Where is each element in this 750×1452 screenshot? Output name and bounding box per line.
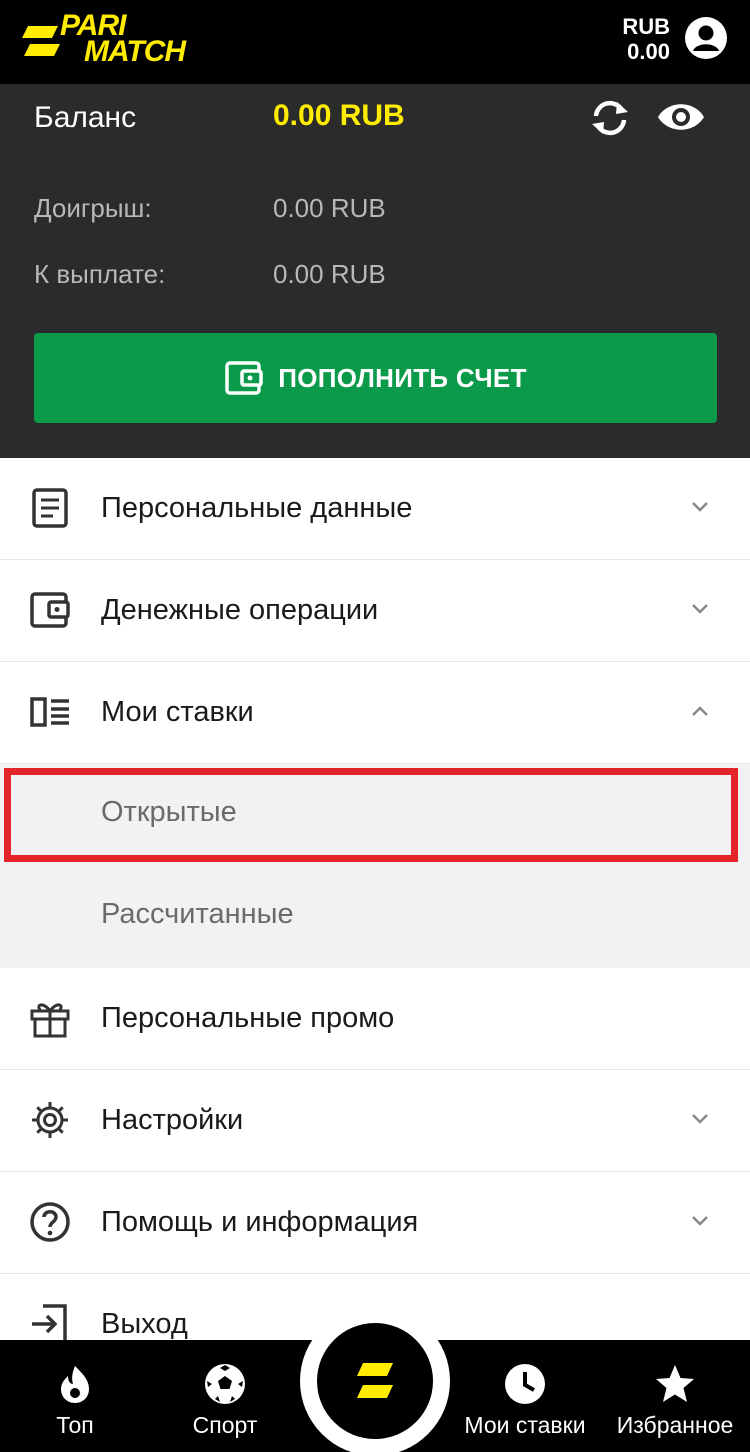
eye-icon[interactable]	[656, 98, 706, 136]
chevron-down-icon	[692, 604, 708, 614]
help-icon	[30, 1202, 70, 1242]
menu-item-personal-promo[interactable]: Персональные промо	[0, 968, 750, 1070]
chevron-up-icon	[692, 706, 708, 716]
gift-icon	[30, 1003, 70, 1038]
deposit-button[interactable]: ПОПОЛНИТЬ СЧЕТ	[34, 333, 717, 423]
menu-item-settings[interactable]: Настройки	[0, 1070, 750, 1172]
header-balance[interactable]: RUB 0.00	[622, 14, 670, 64]
document-icon	[32, 488, 68, 528]
logo-mark-icon	[22, 26, 60, 56]
chevron-down-icon	[692, 1114, 708, 1124]
menu-item-money-operations[interactable]: Денежные операции	[0, 560, 750, 662]
nav-label-sport: Спорт	[192, 1412, 258, 1438]
menu-label-logout: Выход	[101, 1308, 188, 1340]
menu-label-personal-promo: Персональные промо	[101, 1002, 395, 1034]
top-header: PARI MATCH RUB 0.00	[0, 0, 750, 84]
menu-label-my-bets: Мои ставки	[101, 696, 254, 728]
center-action-button[interactable]	[300, 1306, 450, 1452]
nav-item-favorites[interactable]: Избранное	[610, 1340, 740, 1452]
chevron-down-icon	[692, 1216, 708, 1226]
menu-label-settings: Настройки	[101, 1104, 244, 1136]
winnings-value: 0.00 RUB	[273, 193, 386, 223]
menu-label-personal-data: Персональные данные	[101, 492, 413, 524]
chevron-down-icon	[692, 502, 708, 512]
star-icon	[656, 1365, 694, 1402]
winnings-label: Доигрыш:	[34, 193, 152, 223]
wallet-icon	[30, 592, 70, 628]
balance-panel: Баланс 0.00 RUB Доигрыш: 0.00 RUB К выпл…	[0, 84, 750, 458]
refresh-icon[interactable]	[586, 96, 634, 140]
menu-item-personal-data[interactable]: Персональные данные	[0, 458, 750, 560]
submenu-label-settled: Рассчитанные	[101, 898, 294, 930]
nav-item-sport[interactable]: Спорт	[175, 1340, 275, 1452]
submenu-item-settled-bets[interactable]: Рассчитанные	[0, 866, 750, 968]
submenu-item-open-bets[interactable]: Открытые	[0, 764, 750, 866]
nav-label-my-bets: Мои ставки	[464, 1412, 586, 1438]
payout-label: К выплате:	[34, 259, 166, 289]
header-currency: RUB	[622, 14, 670, 39]
account-menu: Персональные данные Денежные операции Мо…	[0, 458, 750, 1376]
nav-item-top[interactable]: Топ	[25, 1340, 125, 1452]
menu-item-my-bets[interactable]: Мои ставки	[0, 662, 750, 764]
menu-item-help[interactable]: Помощь и информация	[0, 1172, 750, 1274]
nav-item-my-bets[interactable]: Мои ставки	[455, 1340, 595, 1452]
user-avatar-icon[interactable]	[684, 16, 728, 60]
parimatch-logo[interactable]: PARI MATCH	[22, 10, 192, 68]
logo-text-match: MATCH	[84, 35, 186, 68]
menu-label-money-operations: Денежные операции	[101, 594, 379, 626]
header-amount: 0.00	[627, 39, 670, 64]
parimatch-mark-icon	[357, 1363, 393, 1398]
menu-label-help: Помощь и информация	[101, 1206, 419, 1238]
payout-value: 0.00 RUB	[273, 259, 386, 289]
center-button-inner	[317, 1323, 433, 1439]
nav-label-favorites: Избранное	[616, 1412, 734, 1438]
clock-icon	[505, 1364, 545, 1404]
deposit-button-label: ПОПОЛНИТЬ СЧЕТ	[278, 362, 527, 393]
flame-icon	[61, 1366, 89, 1403]
balance-value: 0.00 RUB	[273, 99, 405, 132]
balance-label: Баланс	[34, 101, 137, 134]
soccer-ball-icon	[205, 1364, 245, 1404]
nav-label-top: Топ	[56, 1412, 94, 1438]
highlight-frame	[4, 768, 738, 862]
gear-icon	[32, 1102, 68, 1138]
wallet-icon	[225, 361, 263, 395]
logout-icon	[32, 1304, 67, 1344]
bets-list-icon	[30, 697, 69, 727]
